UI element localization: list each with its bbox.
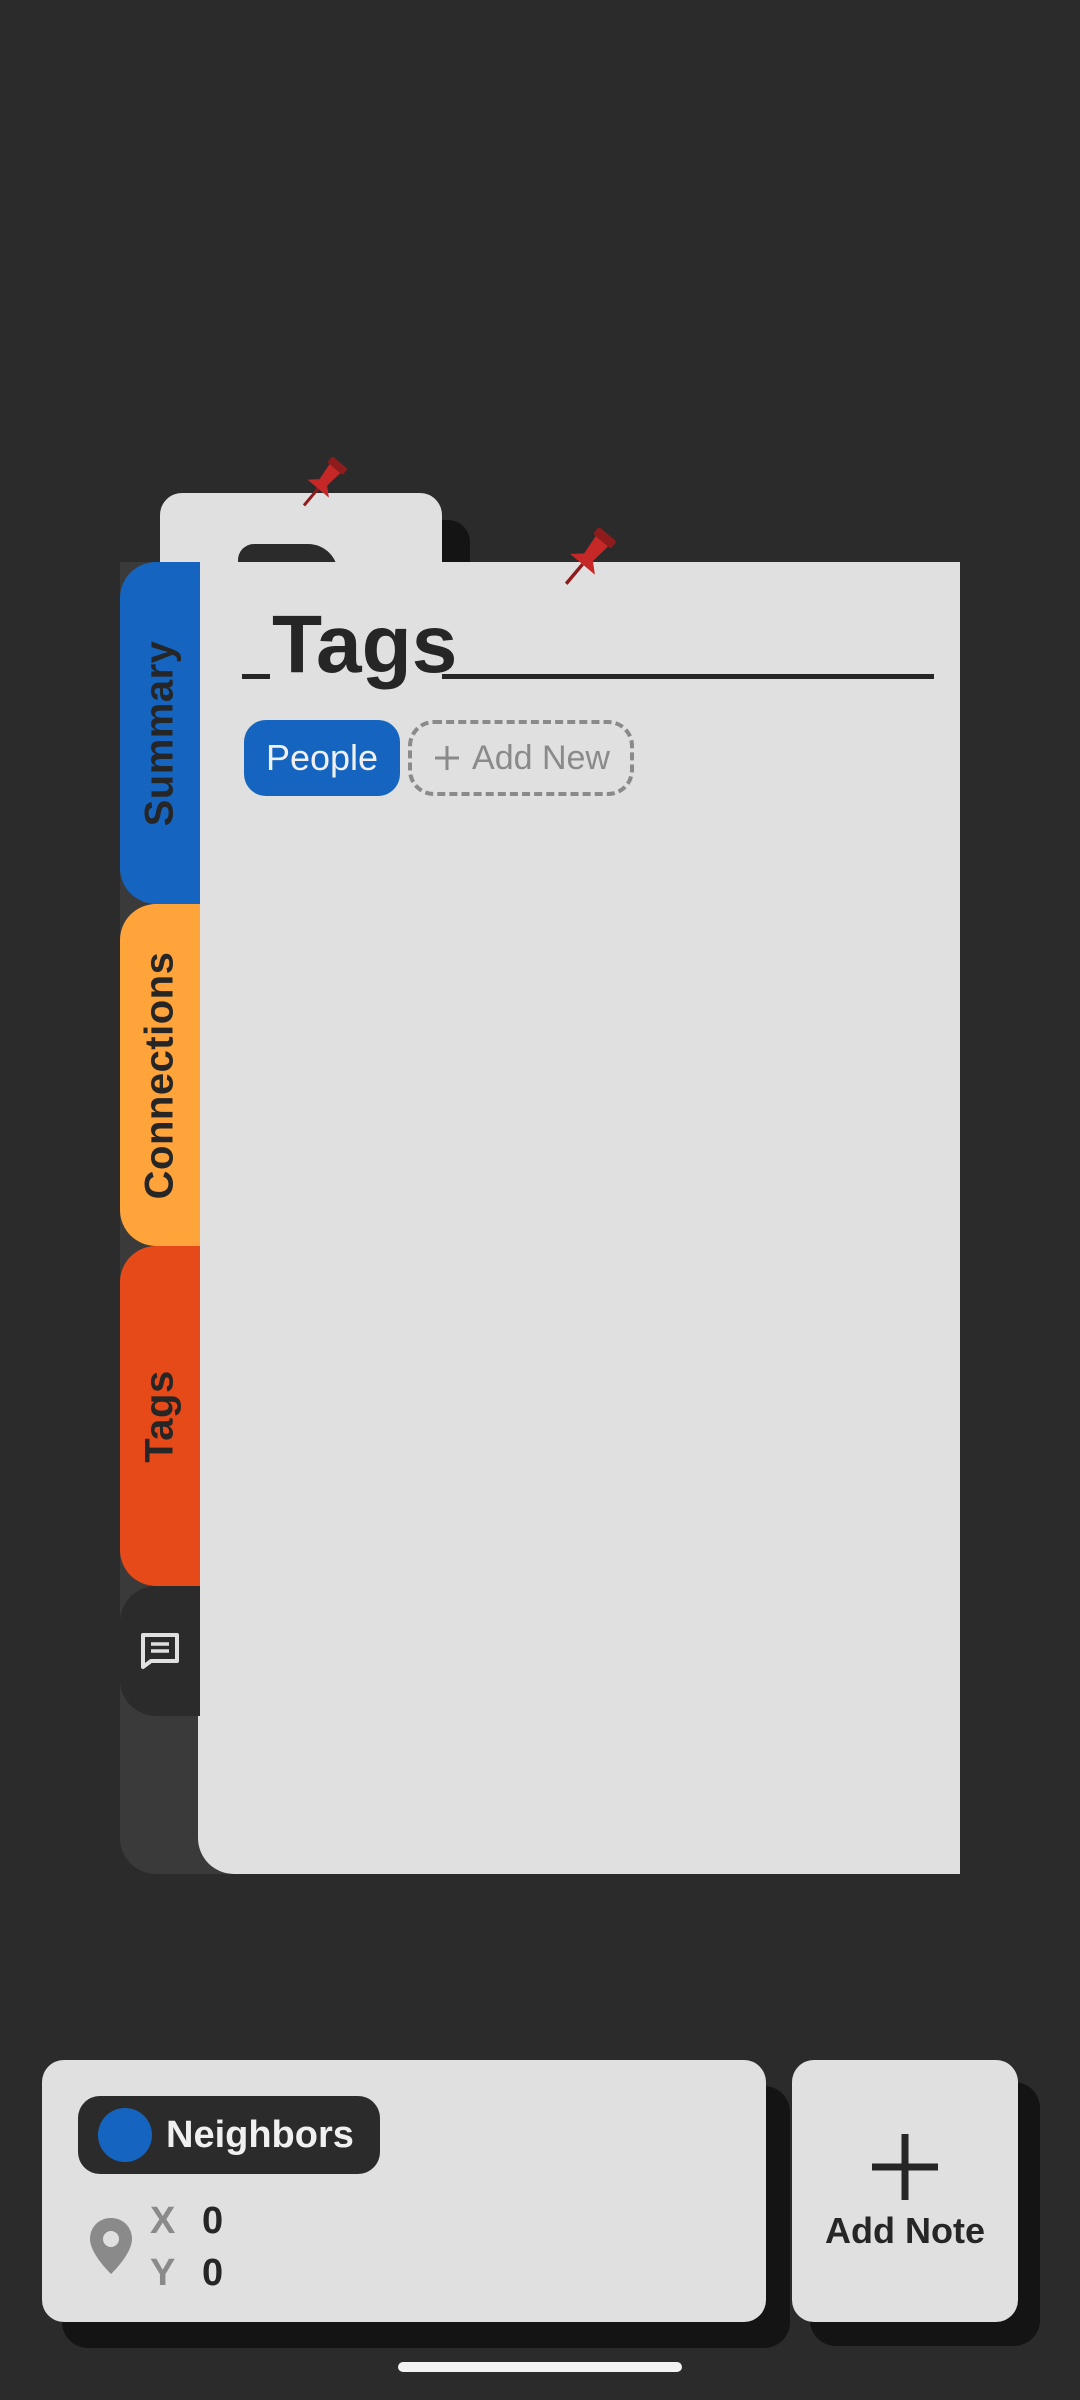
tab-summary[interactable]: Summary: [120, 562, 200, 904]
title-underline-left: [242, 674, 270, 679]
y-value: 0: [202, 2252, 224, 2294]
location-pin-icon: [90, 2218, 132, 2274]
tab-tags-label: Tags: [137, 1369, 182, 1463]
y-label: Y: [150, 2252, 176, 2294]
x-value: 0: [202, 2200, 224, 2242]
add-note-button[interactable]: Add Note: [792, 2060, 1018, 2322]
group-chip-label: Neighbors: [166, 2113, 354, 2156]
pushpin-icon: [564, 527, 616, 585]
page-title: Tags: [272, 599, 458, 690]
group-color-dot: [98, 2108, 152, 2162]
notes-list-icon: [141, 1633, 179, 1669]
pushpin-icon: [302, 456, 347, 507]
tag-chip-label: People: [265, 737, 379, 778]
add-new-tag-button[interactable]: Add New: [408, 720, 634, 796]
tab-connections-label: Connections: [137, 951, 182, 1199]
tag-chip-people[interactable]: People: [244, 720, 400, 796]
x-label: X: [150, 2200, 176, 2242]
plus-icon: [435, 746, 460, 770]
plus-icon: [872, 2134, 938, 2200]
title-underline-right: [442, 674, 934, 679]
tab-summary-label: Summary: [137, 640, 182, 826]
add-note-label: Add Note: [825, 2210, 985, 2251]
tab-notes[interactable]: [120, 1586, 200, 1716]
add-new-label: Add New: [472, 738, 610, 777]
home-indicator[interactable]: [398, 2362, 682, 2372]
tab-tags[interactable]: Tags: [120, 1246, 200, 1586]
group-chip-neighbors[interactable]: Neighbors: [78, 2096, 380, 2174]
tab-connections[interactable]: Connections: [120, 904, 200, 1246]
